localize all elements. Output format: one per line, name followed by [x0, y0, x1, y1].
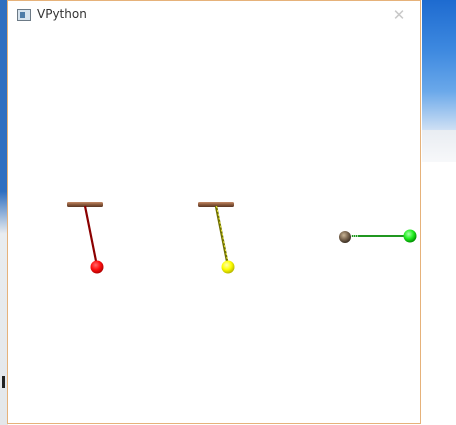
window-title: VPython — [37, 7, 87, 21]
pendulum-yellow-rod — [214, 205, 230, 267]
desktop-edge-mark — [2, 376, 5, 388]
scene-svg — [67, 202, 417, 274]
spring-system — [339, 229, 417, 243]
pendulum-yellow — [198, 202, 235, 274]
vpython-window[interactable]: VPython ✕ — [7, 0, 421, 424]
window-titlebar[interactable]: VPython ✕ — [8, 1, 420, 31]
vpython-scene-canvas[interactable] — [8, 31, 420, 423]
close-icon[interactable]: ✕ — [386, 3, 412, 27]
desktop-wallpaper-lower — [422, 130, 456, 162]
pendulum-red-bob — [90, 260, 104, 274]
vpython-app-icon — [17, 9, 31, 21]
pendulum-yellow-bob — [221, 260, 235, 274]
desktop-wallpaper-sky — [422, 0, 456, 130]
spring-anchor-ball — [339, 231, 351, 243]
pendulum-red — [67, 202, 104, 274]
pendulum-red-rod — [83, 205, 99, 267]
spring-green-bob — [403, 229, 417, 243]
